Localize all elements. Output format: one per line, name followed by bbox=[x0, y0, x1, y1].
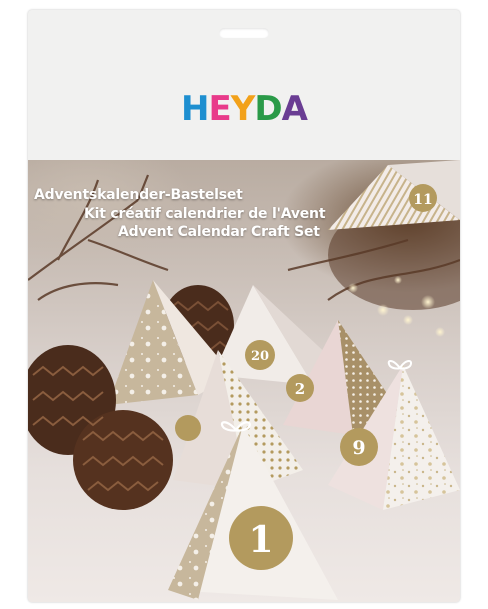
product-package: HEYDA 11 20 2 9 1 Adventskalender-Bastel… bbox=[28, 10, 460, 602]
box-number-11: 11 bbox=[413, 192, 432, 208]
box-number-20: 20 bbox=[251, 349, 269, 364]
logo-letter-e: E bbox=[208, 89, 232, 129]
title-french: Kit créatif calendrier de l'Avent bbox=[84, 206, 326, 222]
title-german: Adventskalender-Bastelset bbox=[34, 187, 243, 203]
logo-letter-d: D bbox=[254, 89, 282, 129]
logo-letter-h: H bbox=[181, 89, 209, 129]
brand-logo: HEYDA bbox=[28, 92, 460, 126]
box-number-2: 2 bbox=[295, 380, 305, 398]
box-number-1: 1 bbox=[248, 519, 273, 561]
logo-letter-a: A bbox=[281, 89, 308, 129]
box-number-9: 9 bbox=[352, 437, 365, 459]
logo-letter-y: Y bbox=[230, 89, 256, 129]
box-back-right: 11 bbox=[328, 160, 460, 230]
title-english: Advent Calendar Craft Set bbox=[118, 224, 320, 240]
hang-hole bbox=[219, 28, 269, 38]
